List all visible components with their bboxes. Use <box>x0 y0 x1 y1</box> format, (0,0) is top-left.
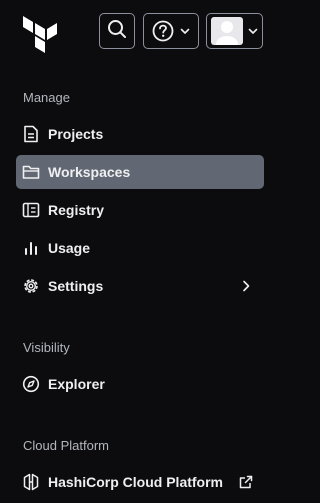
user-avatar-icon <box>211 17 243 45</box>
nav-label-registry: Registry <box>48 202 105 218</box>
nav-item-projects[interactable]: Projects <box>16 117 264 151</box>
nav-item-usage[interactable]: Usage <box>16 231 264 265</box>
registry-icon <box>22 201 40 219</box>
nav-label-hcp: HashiCorp Cloud Platform <box>48 474 224 490</box>
nav-label-projects: Projects <box>48 126 104 142</box>
nav-label-settings: Settings <box>48 278 104 294</box>
compass-icon <box>22 375 40 393</box>
gear-icon <box>22 277 40 295</box>
top-bar <box>0 0 266 64</box>
nav-item-settings[interactable]: Settings <box>16 269 264 303</box>
chevron-down-icon <box>180 26 190 36</box>
nav-item-registry[interactable]: Registry <box>16 193 264 227</box>
nav-label-usage: Usage <box>48 240 91 256</box>
chevron-right-icon <box>238 278 254 294</box>
document-icon <box>22 125 40 143</box>
nav-item-workspaces[interactable]: Workspaces <box>16 155 264 189</box>
search-button[interactable] <box>99 13 135 49</box>
help-circle-icon <box>152 20 174 42</box>
help-menu-button[interactable] <box>143 13 199 49</box>
section-label-visibility: Visibility <box>23 340 70 355</box>
section-label-manage: Manage <box>23 90 70 105</box>
folder-icon <box>22 163 40 181</box>
nav-item-hcp[interactable]: HashiCorp Cloud Platform <box>16 465 264 499</box>
chevron-down-icon <box>248 26 258 36</box>
external-link-icon <box>238 474 254 490</box>
section-label-cloud-platform: Cloud Platform <box>23 438 109 453</box>
nav-label-workspaces: Workspaces <box>48 164 131 180</box>
search-icon <box>107 19 127 44</box>
bar-chart-icon <box>22 239 40 257</box>
terraform-logo-icon[interactable] <box>21 14 59 54</box>
nav-label-explorer: Explorer <box>48 376 105 392</box>
user-menu-button[interactable] <box>206 13 263 49</box>
hashicorp-logo-icon <box>22 473 40 491</box>
nav-item-explorer[interactable]: Explorer <box>16 367 264 401</box>
